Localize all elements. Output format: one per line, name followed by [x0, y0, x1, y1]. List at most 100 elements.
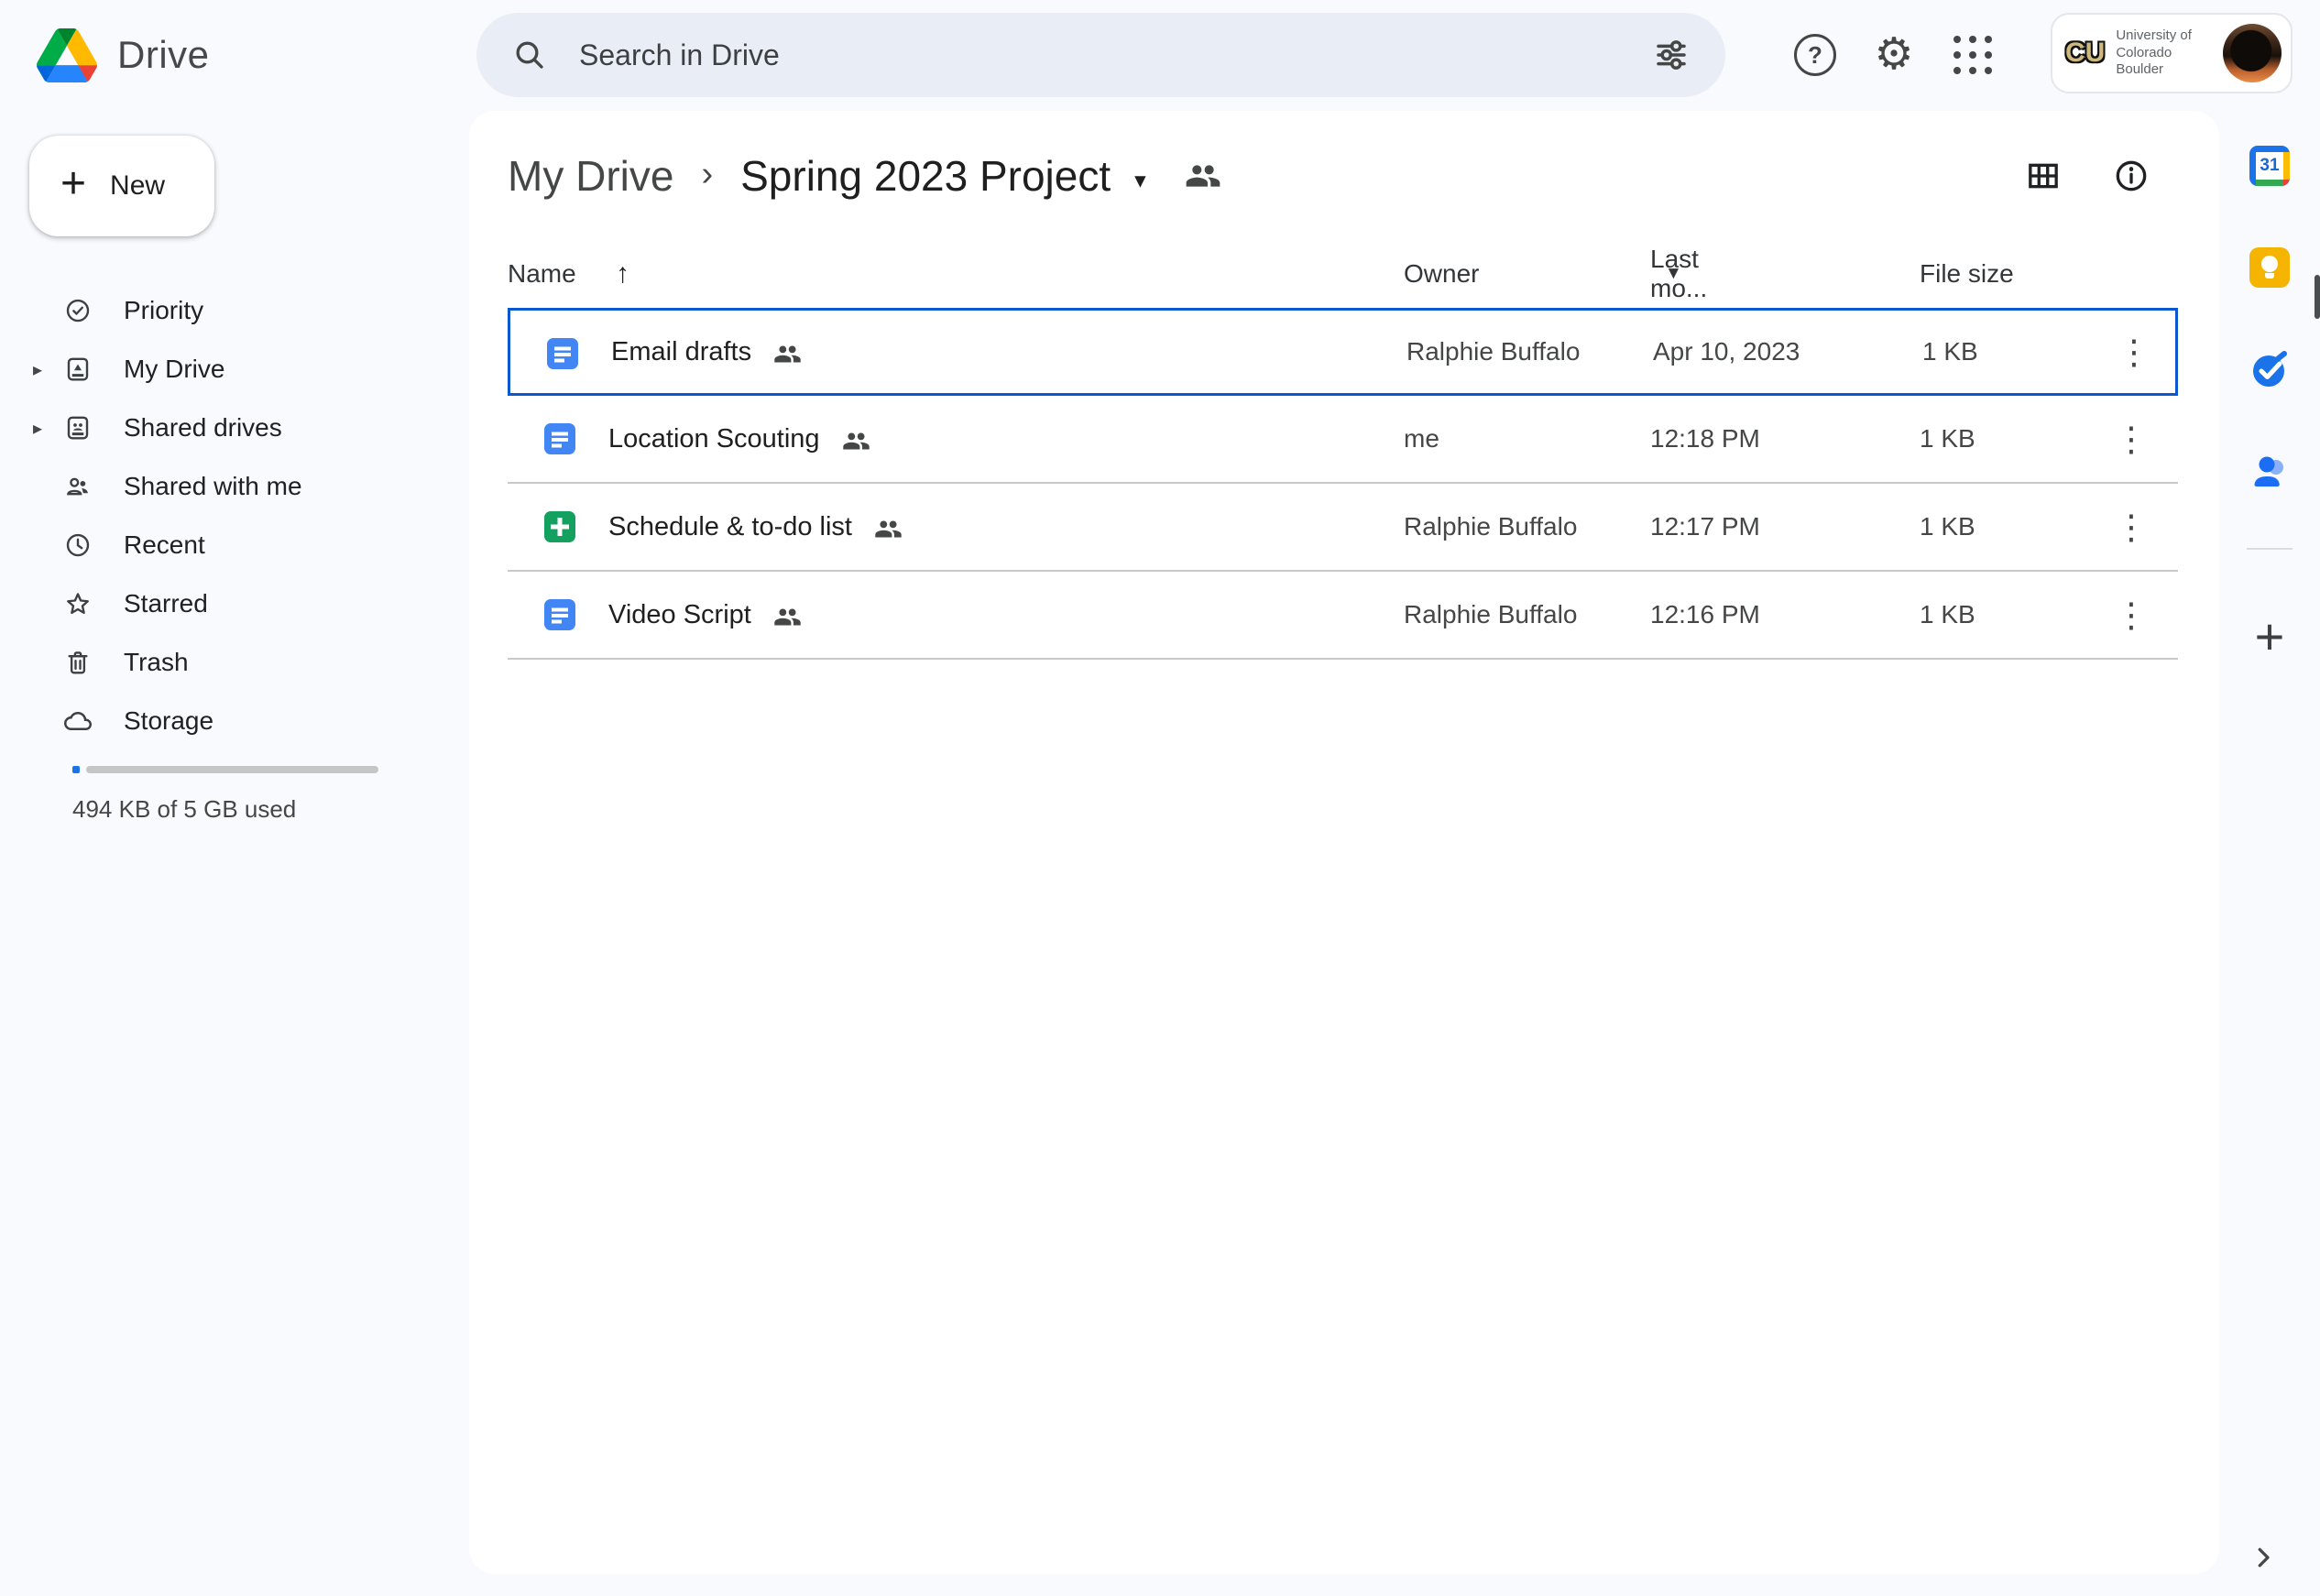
storage-used-segment — [72, 766, 80, 773]
side-panel-divider — [2247, 548, 2293, 550]
column-header-owner[interactable]: Owner — [1404, 245, 1479, 303]
sidebar-item-starred[interactable]: Starred — [0, 574, 449, 633]
more-actions-icon[interactable]: ⋮ — [2111, 396, 2151, 482]
gear-icon: ⚙ — [1874, 30, 1914, 79]
search-input[interactable] — [577, 37, 1652, 73]
contacts-icon[interactable] — [2249, 452, 2290, 492]
file-row-schedule-todo[interactable]: Schedule & to-do list Ralphie Buffalo 12… — [508, 484, 2178, 572]
recent-icon — [66, 533, 90, 557]
file-row-location-scouting[interactable]: Location Scouting me 12:18 PM 1 KB ⋮ — [508, 396, 2178, 484]
file-row-email-drafts[interactable]: Email drafts Ralphie Buffalo Apr 10, 202… — [508, 308, 2178, 396]
modified-caret-icon: ▼ — [1665, 264, 1682, 283]
search-icon — [516, 41, 543, 69]
show-side-panel-button[interactable] — [2241, 1536, 2285, 1580]
shared-with-me-icon — [66, 477, 88, 496]
file-name: Video Script — [608, 572, 802, 658]
column-header-size[interactable]: File size — [1920, 245, 2014, 303]
shared-people-icon — [842, 432, 870, 450]
shared-drives-icon — [67, 416, 89, 440]
trash-icon — [68, 651, 88, 674]
sidebar-item-shared-drives[interactable]: ▸ Shared drives — [0, 399, 449, 457]
file-browser-card: My Drive › Spring 2023 Project ▾ Name ↑ … — [469, 111, 2219, 1574]
breadcrumb-parent[interactable]: My Drive — [508, 151, 673, 201]
topbar-actions: ? ⚙ — [1785, 0, 2003, 110]
file-size: 1 KB — [1920, 512, 1975, 541]
priority-icon — [66, 299, 90, 322]
sidebar-item-shared-with-me[interactable]: Shared with me — [0, 457, 449, 516]
docs-file-icon — [547, 338, 578, 369]
avatar[interactable] — [2223, 24, 2282, 82]
docs-file-icon — [544, 599, 575, 630]
file-row-video-script[interactable]: Video Script Ralphie Buffalo 12:16 PM 1 … — [508, 572, 2178, 660]
file-modified: 12:16 PM — [1650, 600, 1760, 629]
add-icon: + — [2254, 607, 2285, 665]
chevron-right-icon — [2258, 1547, 2270, 1568]
sidebar-item-priority[interactable]: Priority — [0, 281, 449, 340]
file-owner: me — [1404, 424, 1439, 453]
help-button[interactable]: ? — [1785, 25, 1845, 85]
file-owner: Ralphie Buffalo — [1406, 337, 1581, 366]
column-header-name[interactable]: Name — [508, 245, 576, 303]
storage-track — [86, 766, 378, 773]
plus-icon: + — [60, 159, 87, 208]
org-logo: CU — [2065, 38, 2106, 68]
file-modified: 12:18 PM — [1650, 424, 1760, 453]
file-owner: Ralphie Buffalo — [1404, 600, 1578, 629]
folder-shared-icon[interactable] — [1185, 158, 1221, 194]
tasks-icon[interactable] — [2249, 350, 2290, 390]
search-bar[interactable] — [476, 13, 1725, 97]
sort-ascending-icon[interactable]: ↑ — [616, 245, 629, 303]
get-addons-button[interactable]: + — [2249, 607, 2290, 665]
org-name: University of Colorado Boulder — [2116, 27, 2223, 79]
app-title: Drive — [117, 33, 210, 76]
more-actions-icon[interactable]: ⋮ — [2114, 311, 2154, 393]
expander-icon[interactable]: ▸ — [33, 358, 64, 381]
folder-menu-caret-icon[interactable]: ▾ — [1134, 158, 1146, 194]
drive-brand[interactable]: Drive — [37, 0, 210, 110]
account-chip[interactable]: CU University of Colorado Boulder — [2051, 13, 2293, 93]
sidebar-item-my-drive[interactable]: ▸ My Drive — [0, 340, 449, 399]
sidebar-item-storage[interactable]: Storage — [0, 692, 449, 750]
grid-view-icon[interactable] — [2025, 158, 2062, 194]
info-icon[interactable] — [2113, 158, 2150, 194]
file-size: 1 KB — [1920, 600, 1975, 629]
breadcrumb-current[interactable]: Spring 2023 Project — [740, 151, 1111, 201]
file-size: 1 KB — [1922, 337, 1978, 366]
org-name-line2: Boulder — [2116, 61, 2164, 78]
sidebar-item-trash[interactable]: Trash — [0, 633, 449, 692]
cloud-icon — [64, 712, 92, 730]
my-drive-icon — [67, 357, 89, 381]
expander-icon[interactable]: ▸ — [33, 417, 64, 440]
breadcrumb-separator-icon: › — [701, 154, 714, 193]
apps-grid-button[interactable] — [1942, 25, 2003, 85]
shared-people-icon — [774, 607, 801, 626]
file-modified: Apr 10, 2023 — [1653, 337, 1800, 366]
help-icon: ? — [1794, 34, 1836, 76]
more-actions-icon[interactable]: ⋮ — [2111, 572, 2151, 658]
file-name: Email drafts — [611, 311, 802, 393]
file-name: Schedule & to-do list — [608, 484, 903, 570]
calendar-icon[interactable]: 31 — [2249, 146, 2290, 186]
file-owner: Ralphie Buffalo — [1404, 512, 1578, 541]
table-header: Name ↑ Owner Last mo... ▼ File size — [508, 245, 2014, 303]
star-icon — [67, 593, 89, 615]
view-controls — [2025, 158, 2150, 194]
settings-button[interactable]: ⚙ — [1864, 25, 1924, 85]
search-filters-icon[interactable] — [1652, 36, 1691, 74]
file-list: Email drafts Ralphie Buffalo Apr 10, 202… — [508, 308, 2178, 660]
breadcrumb: My Drive › Spring 2023 Project ▾ — [508, 143, 2150, 209]
sheets-file-icon — [544, 511, 575, 542]
shared-people-icon — [875, 519, 902, 538]
more-actions-icon[interactable]: ⋮ — [2111, 484, 2151, 570]
apps-grid-icon — [1953, 36, 1992, 74]
file-name: Location Scouting — [608, 396, 870, 482]
storage-progress-bar — [72, 766, 378, 773]
file-size: 1 KB — [1920, 424, 1975, 453]
scrollbar-thumb[interactable] — [2315, 275, 2320, 319]
docs-file-icon — [544, 423, 575, 454]
keep-icon[interactable] — [2249, 247, 2290, 288]
sidebar-item-recent[interactable]: Recent — [0, 516, 449, 574]
google-drive-app: Drive ? ⚙ CU University of Colorado — [0, 0, 2320, 1596]
new-button[interactable]: + New — [29, 136, 214, 236]
drive-logo-icon — [37, 27, 97, 82]
